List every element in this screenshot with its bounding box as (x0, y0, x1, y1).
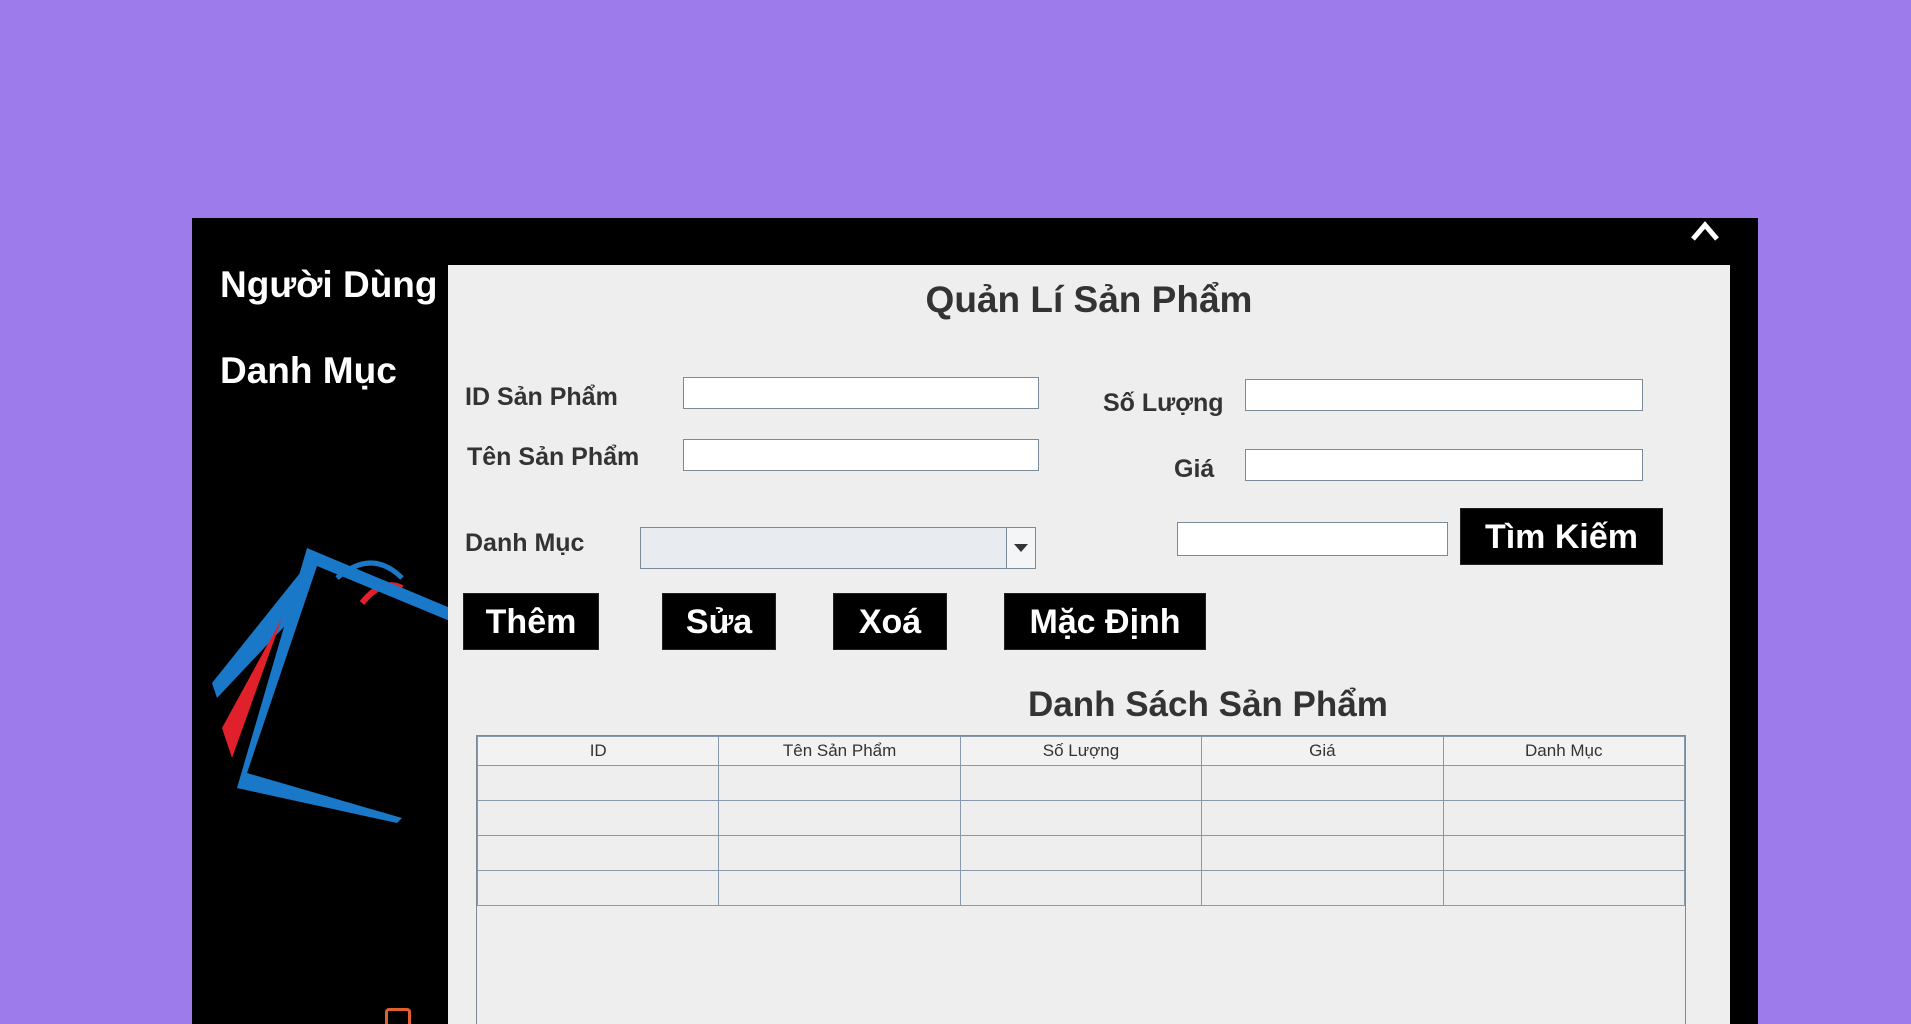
product-management-panel: Quản Lí Sản Phẩm ID Sản Phẩm Tên Sản Phẩ… (448, 265, 1730, 1024)
delete-button[interactable]: Xoá (833, 593, 947, 650)
caret-down-icon (1014, 544, 1028, 552)
product-id-input[interactable] (683, 377, 1039, 409)
edit-button[interactable]: Sửa (662, 593, 776, 650)
table-cell[interactable] (718, 800, 961, 836)
sidebar-item-categories[interactable]: Danh Mục (220, 350, 397, 392)
search-button[interactable]: Tìm Kiếm (1460, 508, 1663, 565)
table-cell[interactable] (718, 765, 961, 801)
add-button[interactable]: Thêm (463, 593, 599, 650)
table-cell[interactable] (1442, 800, 1686, 836)
category-select[interactable] (640, 527, 1036, 569)
table-cell[interactable] (1201, 765, 1444, 801)
column-header-category[interactable]: Danh Mục (1442, 736, 1686, 766)
table-cell[interactable] (476, 800, 720, 836)
page-title: Quản Lí Sản Phẩm (925, 279, 1253, 320)
cart-icon (385, 1008, 411, 1024)
table-row[interactable] (476, 870, 1686, 906)
table-cell[interactable] (1201, 835, 1444, 871)
price-input[interactable] (1245, 449, 1643, 481)
table-row[interactable] (476, 765, 1686, 801)
app-window: Người Dùng Danh Mục Quản Lí Sản Phẩm ID … (192, 218, 1758, 1024)
table-cell[interactable] (1442, 765, 1686, 801)
column-header-name[interactable]: Tên Sản Phẩm (718, 736, 961, 766)
table-cell[interactable] (959, 800, 1203, 836)
column-header-id[interactable]: ID (476, 736, 720, 766)
table-cell[interactable] (1442, 870, 1686, 906)
table-header-row: ID Tên Sản Phẩm Số Lượng Giá Danh Mục (476, 736, 1686, 766)
table-cell[interactable] (959, 835, 1203, 871)
table-cell[interactable] (718, 870, 961, 906)
close-button[interactable] (1687, 218, 1723, 246)
column-header-quantity[interactable]: Số Lượng (959, 736, 1203, 766)
sidebar-item-users[interactable]: Người Dùng (220, 264, 438, 306)
product-table[interactable]: ID Tên Sản Phẩm Số Lượng Giá Danh Mục (476, 735, 1686, 1024)
category-dropdown-button[interactable] (1006, 528, 1035, 568)
table-row[interactable] (476, 835, 1686, 871)
quantity-input[interactable] (1245, 379, 1643, 411)
quantity-label: Số Lượng (1103, 389, 1224, 417)
shopping-bag-logo-icon (212, 548, 452, 823)
table-cell[interactable] (718, 835, 961, 871)
table-cell[interactable] (476, 765, 720, 801)
category-label: Danh Mục (465, 529, 585, 557)
price-label: Giá (1174, 455, 1215, 483)
table-cell[interactable] (476, 835, 720, 871)
default-button[interactable]: Mặc Định (1004, 593, 1206, 650)
table-cell[interactable] (1442, 835, 1686, 871)
table-cell[interactable] (959, 870, 1203, 906)
product-name-label: Tên Sản Phẩm (467, 443, 640, 471)
table-cell[interactable] (1201, 800, 1444, 836)
table-cell[interactable] (1201, 870, 1444, 906)
table-cell[interactable] (959, 765, 1203, 801)
search-input[interactable] (1177, 522, 1448, 556)
table-row[interactable] (476, 800, 1686, 836)
product-id-label: ID Sản Phẩm (465, 383, 618, 411)
table-cell[interactable] (476, 870, 720, 906)
column-header-price[interactable]: Giá (1201, 736, 1444, 766)
product-list-title: Danh Sách Sản Phẩm (1028, 685, 1388, 724)
product-name-input[interactable] (683, 439, 1039, 471)
chevron-up-icon (1691, 221, 1719, 241)
